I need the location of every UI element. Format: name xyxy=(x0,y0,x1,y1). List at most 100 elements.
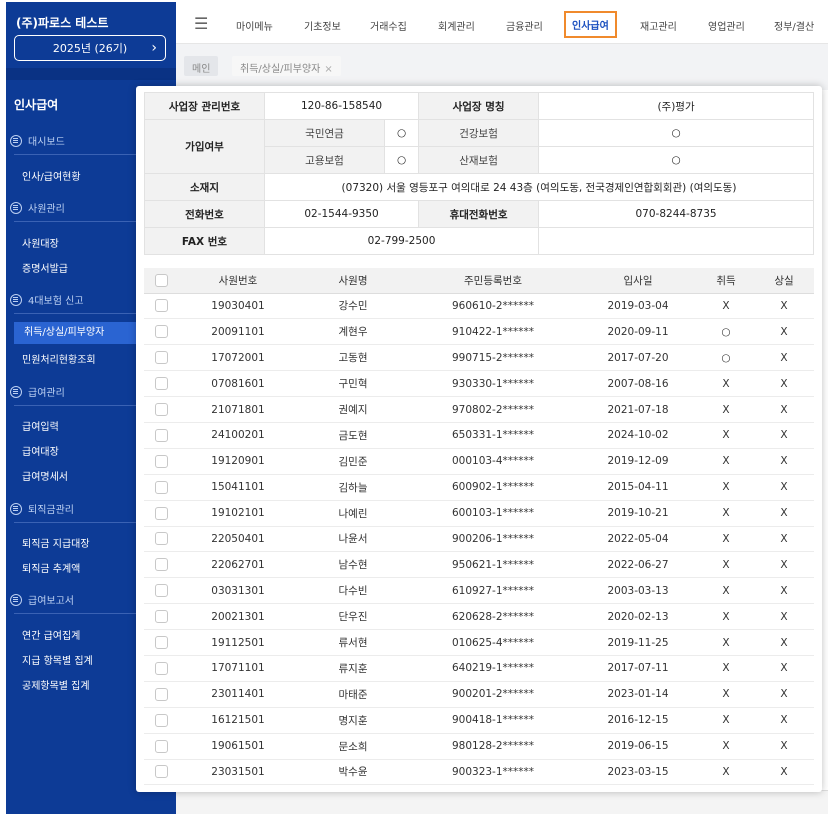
sidebar-group-dashboard[interactable]: 대시보드 xyxy=(10,133,65,148)
cell-hire-date: 2023-01-14 xyxy=(578,681,698,708)
sidebar-item-hr-status[interactable]: 인사/급여현황 xyxy=(22,168,81,183)
table-row[interactable]: 20021301 단우진 620628-2****** 2020-02-13 X X xyxy=(144,603,814,631)
row-checkbox-cell xyxy=(144,370,178,398)
row-checkbox[interactable] xyxy=(154,558,168,572)
cell-acquired: X xyxy=(698,707,754,734)
cell-resident-no: 970802-2****** xyxy=(408,396,578,423)
cell-acquired: X xyxy=(698,603,754,631)
nav-item-finance[interactable]: 금융관리 xyxy=(506,18,543,33)
sidebar-item-annual-summary[interactable]: 연간 급여집계 xyxy=(22,627,80,642)
col-acquired: 취득 xyxy=(698,268,754,294)
cell-employee-no: 07081601 xyxy=(178,370,298,398)
table-row[interactable]: 17072001 고동현 990715-2****** 2017-07-20 ○ X xyxy=(144,344,814,372)
sidebar-item-payroll-ledger[interactable]: 급여대장 xyxy=(22,443,59,458)
hamburger-menu-icon[interactable]: ☰ xyxy=(194,14,208,33)
row-checkbox[interactable] xyxy=(154,480,168,494)
fax-empty-cell xyxy=(538,227,814,255)
sidebar-group-severance[interactable]: 퇴직금관리 xyxy=(10,501,74,516)
table-row[interactable]: 22062701 남수현 950621-1****** 2022-06-27 X X xyxy=(144,551,814,579)
row-checkbox[interactable] xyxy=(154,351,168,365)
cell-employee-no: 21071801 xyxy=(178,396,298,423)
cell-acquired: X xyxy=(698,370,754,398)
tab-main[interactable]: 메인 xyxy=(184,56,219,76)
cell-resident-no: 600902-1****** xyxy=(408,474,578,501)
menu-list-icon xyxy=(10,293,22,306)
sidebar-group-label: 급여관리 xyxy=(28,388,65,399)
sidebar-item-payment-summary[interactable]: 지급 항목별 집계 xyxy=(22,652,93,667)
cell-employee-no: 22062701 xyxy=(178,551,298,579)
row-checkbox[interactable] xyxy=(154,532,168,546)
row-checkbox[interactable] xyxy=(154,325,168,339)
row-checkbox[interactable] xyxy=(154,299,168,313)
table-row[interactable]: 23011401 마태준 900201-2****** 2023-01-14 X X xyxy=(144,681,814,708)
table-row[interactable]: 23031501 박수윤 900323-1****** 2023-03-15 X X xyxy=(144,759,814,786)
table-row[interactable]: 24100201 금도현 650331-1****** 2024-10-02 X X xyxy=(144,422,814,449)
row-checkbox[interactable] xyxy=(154,661,168,675)
cell-employee-no: 17071101 xyxy=(178,655,298,682)
sidebar-item-payslip[interactable]: 급여명세서 xyxy=(22,468,68,483)
cell-resident-no: 900418-1****** xyxy=(408,707,578,734)
cell-resident-no: 900323-1****** xyxy=(408,759,578,786)
chevron-right-icon: › xyxy=(151,40,157,56)
nav-item-basic-info[interactable]: 기초정보 xyxy=(304,18,341,33)
table-row[interactable]: 19030401 강수민 960610-2****** 2019-03-04 X X xyxy=(144,293,814,320)
row-checkbox[interactable] xyxy=(154,765,168,779)
biz-no-value: 120-86-158540 xyxy=(263,92,420,120)
employment-value: ○ xyxy=(383,146,420,174)
sidebar-group-payroll[interactable]: 급여관리 xyxy=(10,384,65,399)
nav-item-hr-payroll[interactable]: 인사급여 xyxy=(564,11,617,38)
sidebar-item-complaint-status[interactable]: 민원처리현황조회 xyxy=(22,351,96,366)
nav-item-sales[interactable]: 영업관리 xyxy=(708,18,745,33)
row-checkbox[interactable] xyxy=(154,403,168,416)
table-row[interactable]: 21071801 권예지 970802-2****** 2021-07-18 X X xyxy=(144,396,814,423)
cell-employee-no: 17072001 xyxy=(178,344,298,372)
row-checkbox[interactable] xyxy=(154,428,168,442)
sidebar-item-deduction-summary[interactable]: 공제항목별 집계 xyxy=(22,677,90,692)
sidebar-item-severance-estimate[interactable]: 퇴직금 추계액 xyxy=(22,560,80,575)
table-row[interactable]: 19112501 류서현 010625-4****** 2019-11-25 X X xyxy=(144,629,814,656)
cell-resident-no: 990715-2****** xyxy=(408,344,578,372)
table-row[interactable]: 22050401 나윤서 900206-1****** 2022-05-04 X X xyxy=(144,526,814,553)
sidebar-item-employee-ledger[interactable]: 사원대장 xyxy=(22,235,59,250)
sidebar-group-employee[interactable]: 사원관리 xyxy=(10,200,65,215)
nav-item-inventory[interactable]: 재고관리 xyxy=(640,18,677,33)
row-checkbox[interactable] xyxy=(154,584,168,598)
sidebar-group-reports[interactable]: 급여보고서 xyxy=(10,592,74,607)
row-checkbox[interactable] xyxy=(154,377,168,391)
sidebar-item-payroll-input[interactable]: 급여입력 xyxy=(22,418,59,433)
close-icon[interactable]: × xyxy=(324,64,332,75)
cell-resident-no: 610927-1****** xyxy=(408,577,578,605)
sidebar-item-certificate[interactable]: 증명서발급 xyxy=(22,260,68,275)
cell-employee-name: 다수빈 xyxy=(298,577,408,605)
cell-hire-date: 2003-03-13 xyxy=(578,577,698,605)
cell-hire-date: 2019-10-21 xyxy=(578,500,698,527)
table-row[interactable]: 17071101 류지훈 640219-1****** 2017-07-11 X X xyxy=(144,655,814,682)
fiscal-year-button[interactable]: 2025년 (26기) › xyxy=(14,35,166,61)
tab-acquisition[interactable]: 취득/상실/피부양자 × xyxy=(232,56,341,76)
nav-item-my-menu[interactable]: 마이메뉴 xyxy=(236,18,273,33)
nav-item-transactions[interactable]: 거래수집 xyxy=(370,18,407,33)
table-row[interactable]: 03031301 다수빈 610927-1****** 2003-03-13 X X xyxy=(144,577,814,605)
row-checkbox[interactable] xyxy=(154,636,168,650)
cell-hire-date: 2022-05-04 xyxy=(578,526,698,553)
row-checkbox[interactable] xyxy=(154,454,168,468)
nav-item-government[interactable]: 정부/결산 xyxy=(774,18,814,33)
row-checkbox[interactable] xyxy=(154,739,168,753)
cell-employee-name: 고동현 xyxy=(298,344,408,372)
row-checkbox[interactable] xyxy=(154,610,168,624)
row-checkbox[interactable] xyxy=(154,506,168,520)
table-row[interactable]: 19120901 김민준 000103-4****** 2019-12-09 X X xyxy=(144,448,814,475)
table-row[interactable]: 20091101 계현우 910422-1****** 2020-09-11 ○ X xyxy=(144,318,814,346)
sidebar-group-insurance[interactable]: 4대보험 신고 xyxy=(10,292,84,307)
nav-item-accounting[interactable]: 회계관리 xyxy=(438,18,475,33)
table-row[interactable]: 19102101 나예린 600103-1****** 2019-10-21 X X xyxy=(144,500,814,527)
row-checkbox[interactable] xyxy=(154,687,168,701)
cell-lost: X xyxy=(754,681,814,708)
table-row[interactable]: 16121501 명지훈 900418-1****** 2016-12-15 X X xyxy=(144,707,814,734)
table-row[interactable]: 19061501 문소희 980128-2****** 2019-06-15 X X xyxy=(144,733,814,760)
row-checkbox[interactable] xyxy=(154,713,168,727)
select-all-checkbox[interactable] xyxy=(154,273,168,287)
sidebar-item-severance-ledger[interactable]: 퇴직금 지급대장 xyxy=(22,535,90,550)
table-row[interactable]: 07081601 구민혁 930330-1****** 2007-08-16 X X xyxy=(144,370,814,398)
table-row[interactable]: 15041101 김하늘 600902-1****** 2015-04-11 X X xyxy=(144,474,814,501)
